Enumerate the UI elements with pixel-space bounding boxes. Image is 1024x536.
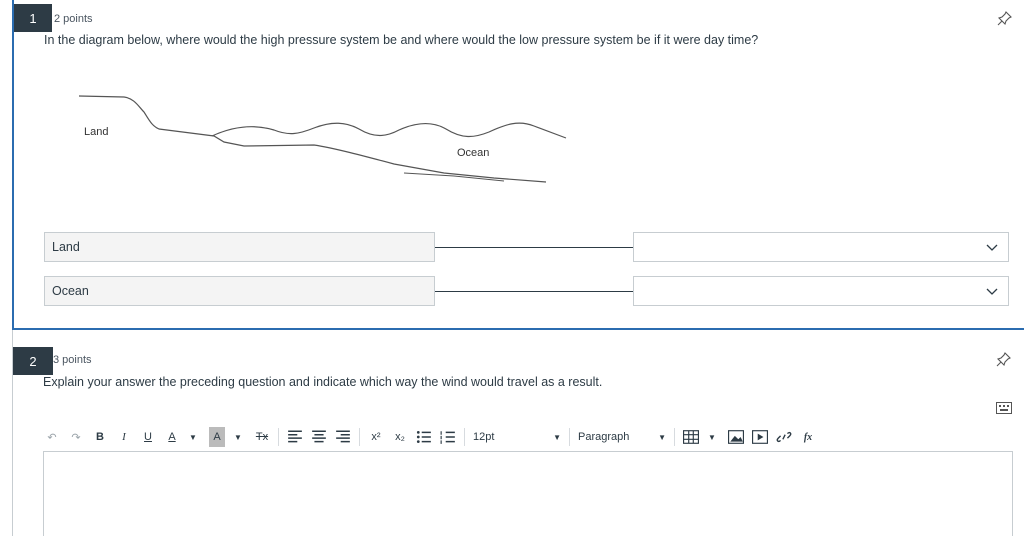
pin-icon[interactable] [997, 10, 1013, 26]
toolbar-divider [674, 428, 675, 446]
match-select-land[interactable] [633, 232, 1009, 262]
question-1: 1 2 points In the diagram below, where w… [12, 0, 1024, 330]
underline-button[interactable]: U [140, 427, 156, 447]
pin-icon[interactable] [996, 351, 1012, 367]
formula-button[interactable]: fx [800, 427, 816, 447]
align-right-icon[interactable] [335, 427, 351, 447]
question-number: 1 [14, 4, 52, 32]
superscript-button[interactable]: x² [368, 427, 384, 447]
coastline-line [78, 95, 547, 183]
match-label: Land [44, 232, 435, 262]
background-color-button[interactable]: A [209, 427, 225, 447]
italic-button[interactable]: I [116, 427, 132, 447]
toolbar-divider [464, 428, 465, 446]
font-size-value: 12pt [473, 431, 495, 443]
caret-down-icon[interactable]: ▼ [230, 427, 246, 447]
question-points: 2 points [54, 13, 93, 25]
chevron-down-icon [986, 288, 998, 295]
match-row-ocean: Ocean [14, 276, 1014, 306]
block-format-value: Paragraph [578, 431, 630, 443]
align-center-icon[interactable] [311, 427, 327, 447]
caret-down-icon[interactable]: ▼ [704, 427, 720, 447]
image-icon[interactable] [728, 427, 744, 447]
bold-button[interactable]: B [92, 427, 108, 447]
answer-editor[interactable] [43, 451, 1013, 536]
question-text: In the diagram below, where would the hi… [44, 33, 759, 47]
media-icon[interactable] [752, 427, 768, 447]
bullet-list-icon[interactable] [416, 427, 432, 447]
block-format-select[interactable]: Paragraph ▼ [578, 427, 666, 447]
clear-formatting-button[interactable]: Tx [254, 427, 270, 447]
numbered-list-icon[interactable] [440, 427, 456, 447]
keyboard-icon[interactable] [996, 402, 1012, 414]
subscript-button[interactable]: x₂ [392, 427, 408, 447]
question-points: 3 points [53, 354, 92, 366]
redo-button[interactable]: ↷ [68, 427, 84, 447]
question-text: Explain your answer the preceding questi… [43, 375, 603, 389]
toolbar-divider [359, 428, 360, 446]
toolbar-divider [569, 428, 570, 446]
link-icon[interactable] [776, 427, 792, 447]
caret-down-icon[interactable]: ▼ [185, 427, 201, 447]
match-connector [435, 247, 633, 248]
diagram-ocean-label: Ocean [457, 147, 489, 159]
caret-down-icon: ▼ [553, 432, 561, 442]
diagram-land-label: Land [84, 126, 108, 138]
align-left-icon[interactable] [287, 427, 303, 447]
question-number: 2 [13, 347, 53, 375]
toolbar-divider [278, 428, 279, 446]
rich-text-toolbar: ↶ ↷ B I U A ▼ A ▼ Tx x² x₂ 12pt ▼ Paragr… [44, 426, 824, 448]
land-ocean-diagram: Land Ocean [78, 95, 567, 183]
match-row-land: Land [14, 232, 1014, 262]
match-select-ocean[interactable] [633, 276, 1009, 306]
font-size-select[interactable]: 12pt ▼ [473, 427, 561, 447]
undo-button[interactable]: ↶ [44, 427, 60, 447]
wave-line [211, 122, 567, 139]
table-icon[interactable] [683, 427, 699, 447]
match-label: Ocean [44, 276, 435, 306]
font-color-button[interactable]: A [164, 427, 180, 447]
match-connector [435, 291, 633, 292]
caret-down-icon: ▼ [658, 432, 666, 442]
chevron-down-icon [986, 244, 998, 251]
